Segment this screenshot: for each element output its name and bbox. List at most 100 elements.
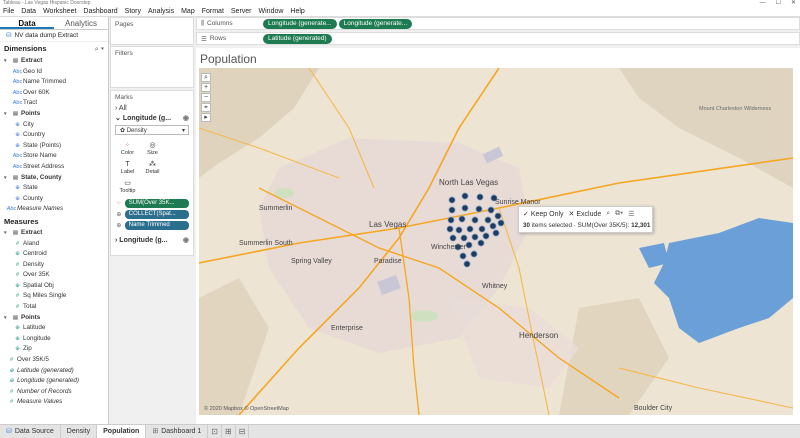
- field-aland[interactable]: # Aland: [0, 239, 108, 250]
- field-sq-miles-single[interactable]: # Sq Miles Single: [0, 291, 108, 302]
- field-country[interactable]: ⊕ Country: [0, 130, 108, 141]
- tab-dashboard-1[interactable]: ⊞ Dashboard 1: [146, 424, 209, 438]
- folder-points[interactable]: ▾ ▤ Points: [0, 313, 108, 324]
- data-point[interactable]: [449, 234, 457, 242]
- pill-sum-over-35k[interactable]: SUM(Over 35K...: [124, 199, 189, 208]
- data-point[interactable]: [487, 206, 495, 214]
- maximize-button[interactable]: ☐: [776, 0, 781, 7]
- columns-shelf[interactable]: ⫼ Columns Longitude (generate... Longitu…: [196, 17, 800, 30]
- new-worksheet-icon[interactable]: ⊡: [208, 424, 222, 438]
- menu-help[interactable]: Help: [290, 8, 304, 15]
- folder-points[interactable]: ▾ ▤ Points: [0, 109, 108, 120]
- data-point[interactable]: [455, 226, 463, 234]
- field-zip[interactable]: ⊕ Zip: [0, 344, 108, 355]
- menu-analysis[interactable]: Analysis: [148, 8, 174, 15]
- data-point[interactable]: [459, 252, 467, 260]
- data-point[interactable]: [478, 225, 486, 233]
- field-city[interactable]: ⊕ City: [0, 120, 108, 131]
- field-state-points-[interactable]: ⊕ State (Points): [0, 141, 108, 152]
- new-story-icon[interactable]: ⊟: [236, 424, 250, 438]
- field-over-60k[interactable]: Abc Over 60K: [0, 88, 108, 99]
- keep-only-button[interactable]: ✓ Keep Only: [523, 210, 564, 218]
- field-name-trimmed[interactable]: Abc Name Trimmed: [0, 77, 108, 88]
- data-point[interactable]: [465, 241, 473, 249]
- tab-data[interactable]: Data: [0, 17, 54, 29]
- field-geo-id[interactable]: Abc Geo Id: [0, 67, 108, 78]
- data-point[interactable]: [470, 250, 478, 258]
- field-state[interactable]: ⊕ State: [0, 183, 108, 194]
- search-icon[interactable]: ⌕ ▾: [95, 44, 104, 54]
- detail-button[interactable]: ⁂ Detail: [140, 158, 165, 177]
- data-point[interactable]: [448, 206, 456, 214]
- data-point[interactable]: [497, 219, 505, 227]
- pill-collect-spatial[interactable]: COLLECT(Spat...: [124, 210, 189, 219]
- select-tool-icon[interactable]: ▸: [201, 113, 211, 122]
- marks-layer-2[interactable]: › Longitude (g... ◉: [111, 235, 193, 245]
- columns-pill-longitude[interactable]: Longitude (generate...: [338, 18, 413, 29]
- layer-settings-icon[interactable]: ◉: [183, 114, 189, 122]
- size-button[interactable]: ◎ Size: [140, 139, 165, 158]
- folder-extract[interactable]: ▾ ▤ Extract: [0, 228, 108, 239]
- data-point[interactable]: [466, 225, 474, 233]
- data-point[interactable]: [446, 225, 454, 233]
- color-button[interactable]: ⁘ Color: [115, 139, 140, 158]
- field-county[interactable]: ⊕ County: [0, 194, 108, 205]
- rows-shelf[interactable]: ☰ Rows Latitude (generated): [196, 32, 800, 45]
- data-point[interactable]: [482, 232, 490, 240]
- data-point[interactable]: [460, 234, 468, 242]
- field-number-of-records[interactable]: # Number of Records: [0, 387, 108, 398]
- folder-state-county[interactable]: ▾ ▤ State, County: [0, 173, 108, 184]
- data-point[interactable]: [461, 204, 469, 212]
- view-data-icon[interactable]: ☰: [628, 210, 634, 218]
- folder-extract[interactable]: ▾ ▤ Extract: [0, 56, 108, 67]
- datasource-item[interactable]: ⛁ NV data dump Extract: [0, 30, 108, 42]
- search-icon[interactable]: ⌕: [201, 73, 211, 82]
- data-point[interactable]: [463, 260, 471, 268]
- menu-worksheet[interactable]: Worksheet: [43, 8, 76, 15]
- layer-settings-icon[interactable]: ◉: [183, 236, 189, 244]
- data-point[interactable]: [476, 193, 484, 201]
- mark-type-dropdown[interactable]: ✿ Density ▾: [115, 125, 189, 135]
- field-over-35k-5[interactable]: # Over 35K/5: [0, 355, 108, 366]
- menu-data[interactable]: Data: [21, 8, 36, 15]
- menu-file[interactable]: File: [3, 8, 14, 15]
- menu-format[interactable]: Format: [202, 8, 224, 15]
- menu-server[interactable]: Server: [231, 8, 252, 15]
- pill-name-trimmed[interactable]: Name Trimmed: [124, 221, 189, 230]
- marks-layer-all[interactable]: › All: [111, 104, 193, 113]
- menu-map[interactable]: Map: [181, 8, 195, 15]
- group-icon[interactable]: ⧉▾: [615, 210, 623, 218]
- data-point[interactable]: [471, 233, 479, 241]
- field-measure-values[interactable]: # Measure Values: [0, 397, 108, 408]
- filters-card[interactable]: Filters: [110, 46, 194, 88]
- tab-density[interactable]: Density: [61, 424, 98, 438]
- field-spatial-obj[interactable]: ⊕ Spatial Obj: [0, 281, 108, 292]
- rows-pill-latitude[interactable]: Latitude (generated): [263, 33, 332, 44]
- field-total[interactable]: # Total: [0, 302, 108, 313]
- zoom-out-icon[interactable]: −: [201, 93, 211, 102]
- new-dashboard-icon[interactable]: ⊞: [222, 424, 236, 438]
- field-longitude[interactable]: ⊕ Longitude: [0, 334, 108, 345]
- field-latitude-generated-[interactable]: ⊕ Latitude (generated): [0, 366, 108, 377]
- field-store-name[interactable]: Abc Store Name: [0, 151, 108, 162]
- minimize-button[interactable]: —: [760, 0, 766, 7]
- field-tract[interactable]: Abc Tract: [0, 98, 108, 109]
- menu-dashboard[interactable]: Dashboard: [83, 8, 117, 15]
- menu-window[interactable]: Window: [259, 8, 284, 15]
- field-over-35k[interactable]: # Over 35K: [0, 270, 108, 281]
- label-button[interactable]: T Label: [115, 158, 140, 177]
- menu-story[interactable]: Story: [125, 8, 141, 15]
- data-point[interactable]: [447, 216, 455, 224]
- pages-card[interactable]: Pages: [110, 17, 194, 45]
- tab-analytics[interactable]: Analytics: [54, 17, 108, 29]
- marks-layer-1[interactable]: ⌄ Longitude (g... ◉: [111, 113, 193, 123]
- data-point[interactable]: [475, 205, 483, 213]
- zoom-in-icon[interactable]: +: [201, 83, 211, 92]
- exclude-button[interactable]: ✕ Exclude: [569, 210, 602, 218]
- data-point[interactable]: [484, 216, 492, 224]
- data-point[interactable]: [461, 192, 469, 200]
- field-centroid[interactable]: ⊕ Centroid: [0, 249, 108, 260]
- data-point[interactable]: [448, 196, 456, 204]
- tab-data-source[interactable]: ⛁ Data Source: [0, 424, 61, 438]
- data-point[interactable]: [489, 222, 497, 230]
